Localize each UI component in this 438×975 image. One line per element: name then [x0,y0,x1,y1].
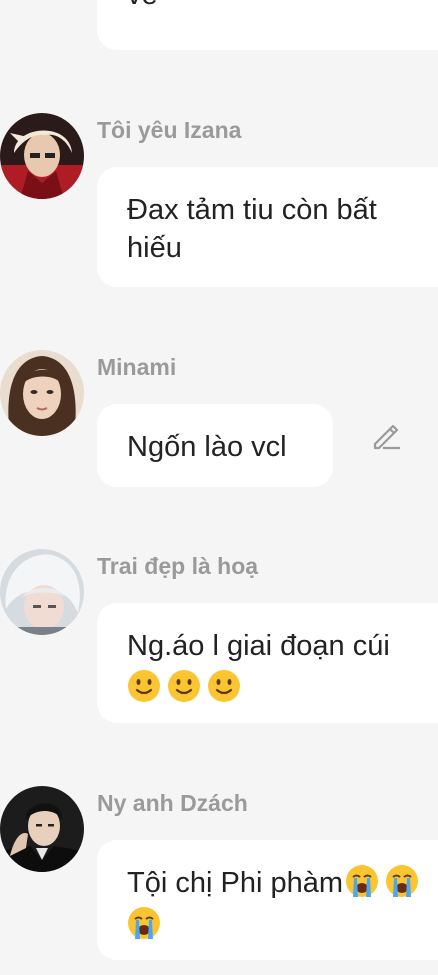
message-text-line: Ng.áo l giai đoạn cúi [127,630,390,662]
sender-name: Trai đẹp là hoạ [97,553,259,579]
sender-name: Ny anh Dzách [97,790,248,816]
message-bubble[interactable]: Đax tảm tiu còn bất hiếu [97,167,438,287]
message-bubble-top[interactable]: vẻ [97,0,438,50]
slightly-smiling-face-icon [168,670,200,702]
sender-name: Minami [97,354,177,380]
message-text: Tội chị Phi phàm [127,867,343,899]
slightly-smiling-face-icon [208,670,240,702]
avatar-ny-anh-dzach[interactable] [0,786,84,872]
loudly-crying-face-icon [346,865,378,897]
loudly-crying-face-icon [128,907,160,939]
avatar-image [0,350,84,436]
avatar-image [0,549,84,635]
avatar-toi-yeu-izana[interactable] [0,113,84,199]
message-bubble[interactable]: Ng.áo l giai đoạn cúi [97,603,438,723]
emoji-row [127,669,241,707]
message-text-line: Đax tảm tiu còn bất [127,194,377,226]
pencil-icon[interactable] [370,420,402,452]
message-text-line: Ngốn lào vcl [127,431,287,463]
message-bubble[interactable]: Ngốn lào vcl [97,404,333,487]
sender-name: Tôi yêu Izana [97,117,242,143]
slightly-smiling-face-icon [128,670,160,702]
avatar-image [0,786,84,872]
loudly-crying-face-icon [386,865,418,897]
emoji-row [127,906,161,944]
avatar-trai-dep-la-hoa[interactable] [0,549,84,635]
message-text-line: hiếu [127,232,182,264]
message-text-line: Tội chị Phi phàm [127,864,419,902]
message-text: vẻ [127,0,158,14]
avatar-minami[interactable] [0,350,84,436]
avatar-image [0,113,84,199]
message-bubble[interactable]: Tội chị Phi phàm [97,840,438,960]
